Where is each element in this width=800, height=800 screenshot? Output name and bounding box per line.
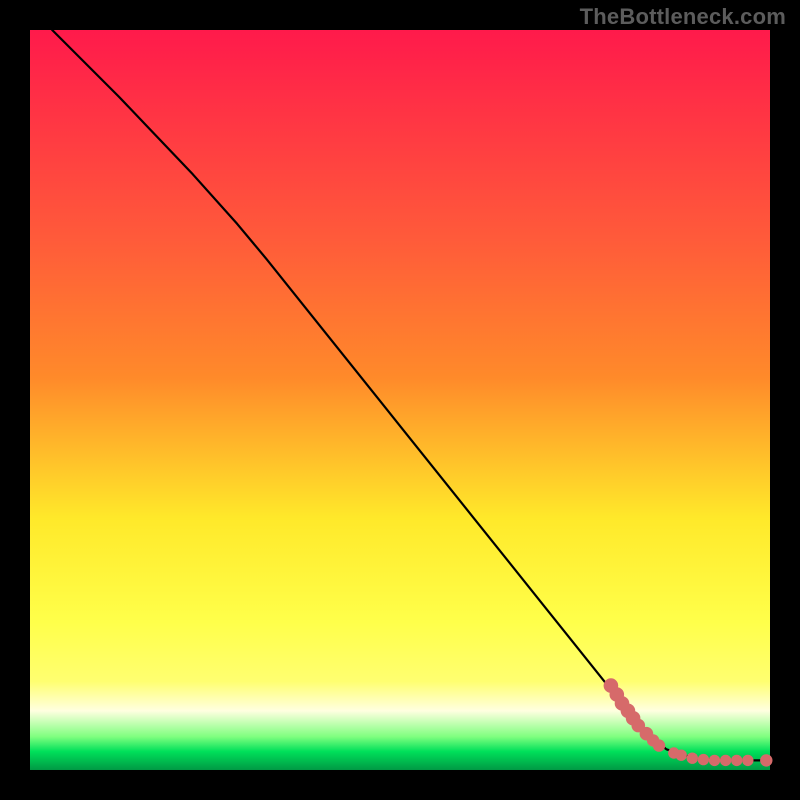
data-dot	[760, 754, 772, 766]
data-dot	[742, 755, 753, 766]
data-dot	[653, 739, 665, 751]
data-dot	[709, 755, 720, 766]
chart-canvas	[0, 0, 800, 800]
data-dot	[676, 750, 687, 761]
chart-frame: TheBottleneck.com	[0, 0, 800, 800]
data-dot	[720, 755, 731, 766]
data-dot	[731, 755, 742, 766]
data-dot	[687, 753, 698, 764]
gradient-background	[30, 30, 770, 770]
watermark-text: TheBottleneck.com	[580, 4, 786, 30]
data-dot	[698, 754, 709, 765]
